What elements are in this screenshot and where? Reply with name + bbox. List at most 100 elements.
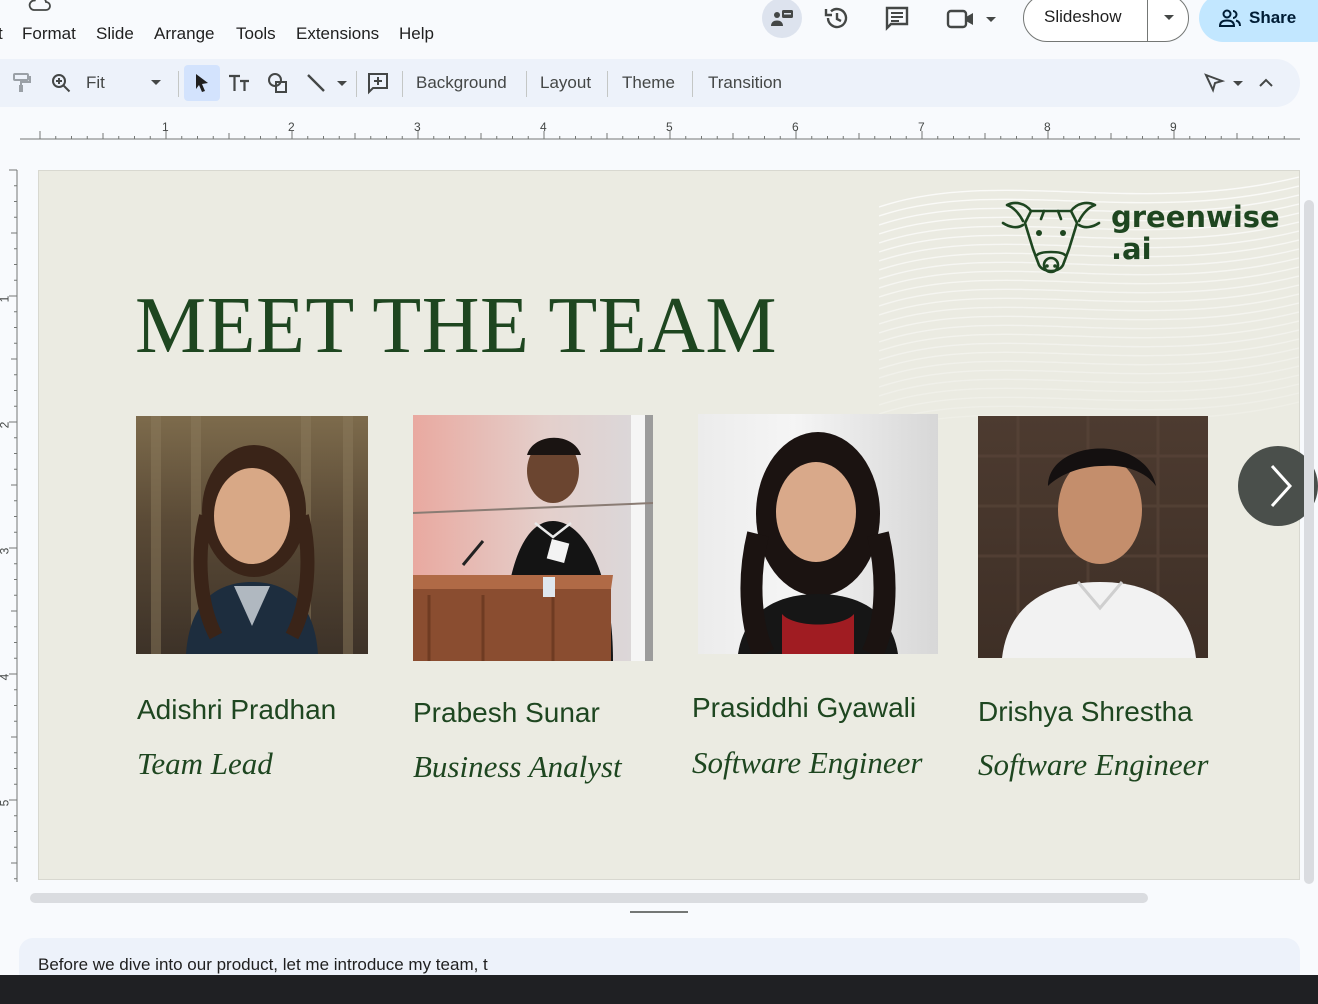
history-icon: [824, 7, 848, 29]
ruler-number: 5: [666, 120, 673, 134]
team-photo[interactable]: [978, 416, 1208, 658]
layout-button[interactable]: Layout: [540, 59, 591, 107]
os-taskbar: [0, 975, 1318, 1004]
toolbar: Fit Background Layout Theme Transition: [0, 59, 1300, 107]
member-name[interactable]: Prasiddhi Gyawali: [692, 692, 916, 724]
layout-label: Layout: [540, 73, 592, 92]
toolbar-divider: [692, 71, 693, 97]
portrait-image: [151, 416, 353, 654]
toolbar-divider: [356, 71, 357, 97]
ruler-number: 3: [0, 548, 11, 555]
toolbar-divider: [402, 71, 403, 97]
vertical-scrollbar[interactable]: [1304, 200, 1314, 884]
add-comment-icon: [368, 73, 388, 95]
insert-comment-button[interactable]: [366, 59, 390, 107]
toolbar-divider: [178, 71, 179, 97]
ruler-number: 1: [0, 296, 11, 303]
zoom-icon: [52, 74, 71, 93]
menu-item-clipped[interactable]: t: [0, 24, 3, 44]
editing-mode-button[interactable]: [1202, 59, 1250, 107]
slideshow-divider: [1147, 0, 1148, 41]
cursor-arrow-icon: [196, 74, 208, 92]
menu-slide[interactable]: Slide: [96, 24, 134, 44]
background-label: Background: [416, 73, 507, 92]
brand-logo-text: greenwise .ai: [1111, 201, 1280, 265]
team-photo[interactable]: [413, 415, 653, 661]
menu-help[interactable]: Help: [399, 24, 434, 44]
text-box-button[interactable]: [227, 59, 251, 107]
horizontal-scrollbar[interactable]: [30, 893, 1148, 903]
brand-name: greenwise: [1111, 200, 1280, 234]
present-to-call-icon: [771, 10, 793, 26]
member-role[interactable]: Business Analyst: [413, 749, 622, 785]
ruler-number: 7: [918, 120, 925, 134]
transition-button[interactable]: Transition: [708, 59, 782, 107]
paint-format-button[interactable]: [10, 59, 34, 107]
menu-arrange[interactable]: Arrange: [154, 24, 214, 44]
comments-button[interactable]: [880, 2, 914, 34]
menu-format[interactable]: Format: [22, 24, 76, 44]
shape-icon: [268, 73, 287, 93]
zoom-chevron-down-icon: [151, 80, 161, 85]
ruler-number: 5: [0, 800, 11, 807]
ruler-number: 2: [288, 120, 295, 134]
member-role[interactable]: Software Engineer: [692, 745, 922, 781]
brand-suffix: .ai: [1111, 232, 1152, 266]
video-camera-icon: [946, 9, 996, 29]
ruler-number: 6: [792, 120, 799, 134]
version-history-button[interactable]: [820, 2, 854, 34]
shape-button[interactable]: [266, 59, 290, 107]
notes-resize-handle[interactable]: [630, 911, 688, 913]
portrait-image: [413, 415, 653, 661]
slide-title[interactable]: MEET THE TEAM: [135, 281, 777, 372]
zoom-select[interactable]: Fit: [86, 59, 168, 107]
meet-call-button[interactable]: [942, 4, 1002, 34]
ruler-number: 9: [1170, 120, 1177, 134]
cloud-saved-icon[interactable]: [28, 0, 52, 12]
zoom-button[interactable]: [50, 59, 72, 107]
slide[interactable]: greenwise .ai MEET THE TEAM Adishri Prad…: [38, 170, 1300, 880]
slideshow-button[interactable]: Slideshow: [1023, 0, 1189, 42]
team-photo[interactable]: [136, 416, 368, 654]
ruler-number: 3: [414, 120, 421, 134]
comment-icon: [885, 6, 909, 31]
theme-button[interactable]: Theme: [622, 59, 675, 107]
ruler-number: 8: [1044, 120, 1051, 134]
team-photo[interactable]: [698, 414, 938, 654]
share-button[interactable]: Share: [1199, 0, 1318, 42]
slideshow-label: Slideshow: [1044, 7, 1122, 26]
chevron-up-icon: [1259, 78, 1273, 87]
member-name[interactable]: Drishya Shrestha: [978, 696, 1193, 728]
member-name[interactable]: Prabesh Sunar: [413, 697, 600, 729]
transition-label: Transition: [708, 73, 783, 92]
line-icon: [307, 74, 347, 92]
select-tool-button[interactable]: [190, 59, 214, 107]
zoom-value: Fit: [86, 73, 105, 92]
present-to-call-button[interactable]: [762, 0, 802, 38]
horizontal-ruler[interactable]: [0, 112, 1300, 142]
ruler-number: 1: [162, 120, 169, 134]
portrait-image: [978, 416, 1208, 658]
people-icon: [1219, 9, 1241, 27]
member-role[interactable]: Software Engineer: [978, 747, 1208, 783]
speaker-notes-text[interactable]: Before we dive into our product, let me …: [38, 955, 488, 975]
member-name[interactable]: Adishri Pradhan: [137, 694, 336, 726]
hide-menus-button[interactable]: [1256, 59, 1276, 107]
paint-format-icon: [13, 73, 31, 92]
menu-extensions[interactable]: Extensions: [296, 24, 379, 44]
toolbar-divider: [526, 71, 527, 97]
ruler-number: 4: [540, 120, 547, 134]
ruler-number: 2: [0, 422, 11, 429]
background-button[interactable]: Background: [416, 59, 507, 107]
toolbar-divider: [607, 71, 608, 97]
menu-tools[interactable]: Tools: [236, 24, 276, 44]
slideshow-options-chevron-down-icon[interactable]: [1159, 7, 1179, 27]
share-label: Share: [1249, 8, 1297, 27]
text-box-icon: [229, 74, 249, 91]
member-role[interactable]: Team Lead: [137, 746, 273, 782]
portrait-image: [738, 432, 898, 654]
ruler-number: 4: [0, 674, 11, 681]
vertical-ruler[interactable]: [0, 142, 18, 887]
line-button[interactable]: [304, 59, 352, 107]
menu-bar: t Format Slide Arrange Tools Extensions …: [0, 0, 1318, 56]
